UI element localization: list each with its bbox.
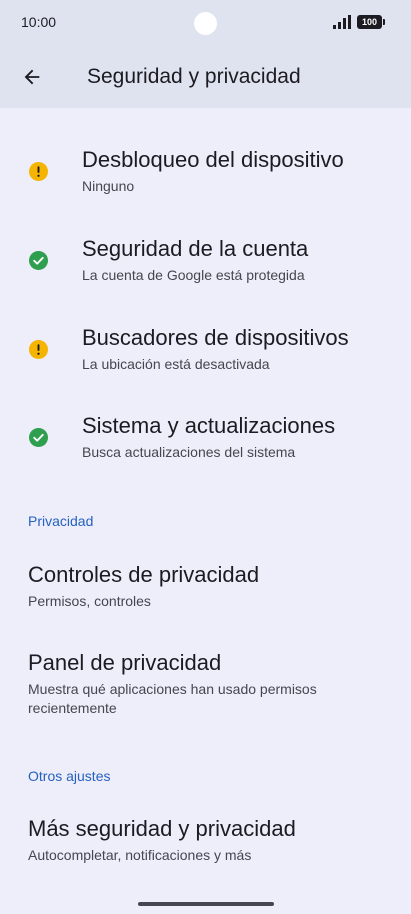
item-subtitle: Muestra qué aplicaciones han usado permi… — [28, 681, 317, 716]
item-title: Seguridad de la cuenta — [82, 236, 309, 261]
status-bar: 10:00 100 — [0, 0, 411, 46]
item-subtitle: Autocompletar, notificaciones y más — [28, 847, 252, 863]
front-camera — [194, 12, 217, 35]
check-circle-icon — [29, 251, 48, 270]
back-button[interactable] — [12, 57, 52, 97]
item-title: Más seguridad y privacidad — [28, 816, 296, 841]
item-title: Desbloqueo del dispositivo — [82, 147, 344, 172]
check-circle-icon — [29, 428, 48, 447]
list-item-account-security[interactable]: Seguridad de la cuenta La cuenta de Goog… — [0, 229, 411, 305]
item-subtitle: Busca actualizaciones del sistema — [82, 444, 296, 460]
item-subtitle: La cuenta de Google está protegida — [82, 267, 305, 283]
list-item-privacy-controls[interactable]: Controles de privacidad Permisos, contro… — [0, 552, 411, 618]
list-item-privacy-dashboard[interactable]: Panel de privacidad Muestra qué aplicaci… — [0, 640, 411, 724]
item-subtitle: Ninguno — [82, 178, 135, 194]
list-item-more-security[interactable]: Más seguridad y privacidad Autocompletar… — [0, 806, 411, 872]
warning-icon — [29, 340, 48, 359]
list-item-device-finders[interactable]: Buscadores de dispositivos La ubicación … — [0, 318, 411, 394]
signal-icon — [333, 15, 351, 29]
item-title: Sistema y actualizaciones — [82, 413, 336, 438]
section-header-privacy: Privacidad — [28, 513, 94, 529]
item-subtitle: La ubicación está desactivada — [82, 356, 270, 372]
item-title: Buscadores de dispositivos — [82, 325, 349, 350]
battery-icon: 100 — [357, 15, 385, 29]
item-title: Panel de privacidad — [28, 650, 222, 675]
list-item-device-unlock[interactable]: Desbloqueo del dispositivo Ninguno — [0, 140, 411, 216]
home-indicator[interactable] — [138, 902, 274, 906]
section-header-other-settings: Otros ajustes — [28, 768, 111, 784]
list-item-system-updates[interactable]: Sistema y actualizaciones Busca actualiz… — [0, 406, 411, 482]
item-title: Controles de privacidad — [28, 562, 260, 587]
arrow-left-icon — [24, 69, 40, 85]
page-title: Seguridad y privacidad — [87, 65, 301, 88]
warning-icon — [29, 162, 48, 181]
item-subtitle: Permisos, controles — [28, 593, 151, 609]
status-time: 10:00 — [21, 14, 57, 30]
app-bar: Seguridad y privacidad — [0, 46, 411, 108]
